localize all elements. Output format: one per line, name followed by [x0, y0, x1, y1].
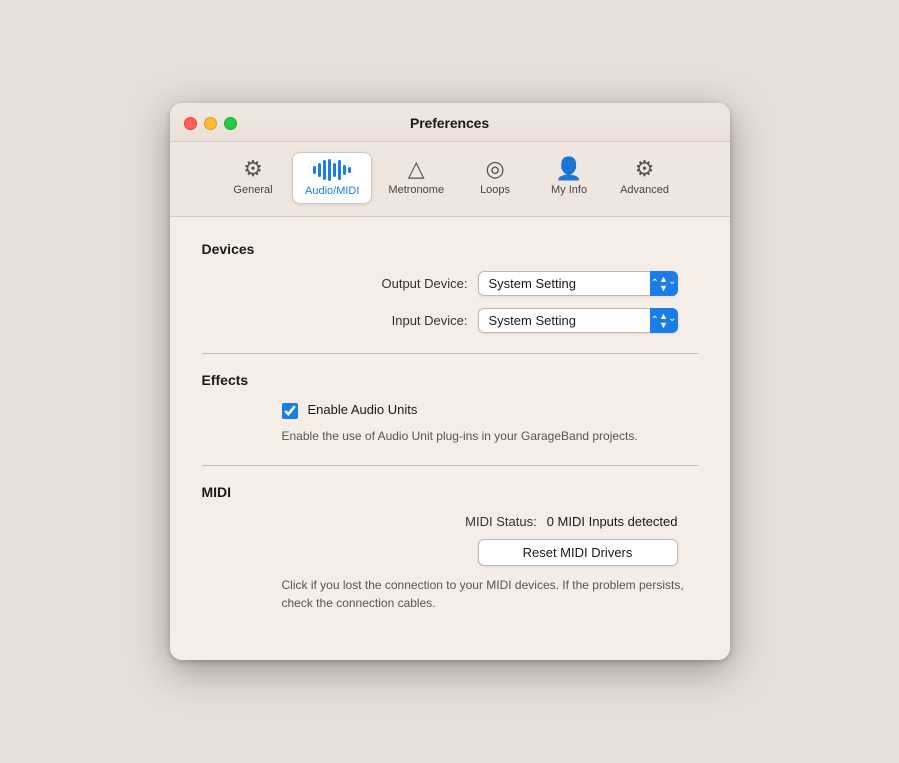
midi-status-label: MIDI Status:: [417, 514, 537, 529]
input-device-wrapper: System Setting Built-in Input ▲ ▼: [478, 308, 678, 333]
enable-audio-units-row: Enable Audio Units: [282, 402, 698, 419]
reset-button-row: Reset MIDI Drivers: [202, 539, 698, 566]
preferences-window: Preferences ⚙ General Audio/MIDI △: [170, 103, 730, 660]
midi-section-title: MIDI: [202, 484, 698, 500]
reset-midi-drivers-button[interactable]: Reset MIDI Drivers: [478, 539, 678, 566]
midi-description: Click if you lost the connection to your…: [282, 576, 698, 612]
tab-general-label: General: [233, 184, 272, 196]
tab-audio-midi[interactable]: Audio/MIDI: [292, 152, 372, 204]
close-button[interactable]: [184, 117, 197, 130]
tab-advanced-label: Advanced: [620, 184, 669, 196]
tab-general[interactable]: ⚙ General: [218, 152, 288, 204]
divider-1: [202, 353, 698, 354]
loops-icon: ◎: [485, 158, 504, 180]
advanced-gear-icon: ⚙: [635, 158, 655, 180]
titlebar: Preferences: [170, 103, 730, 142]
output-device-select[interactable]: System Setting Built-in Output: [478, 271, 678, 296]
output-device-row: Output Device: System Setting Built-in O…: [202, 271, 698, 296]
person-icon: 👤: [555, 158, 582, 180]
minimize-button[interactable]: [204, 117, 217, 130]
devices-section: Devices Output Device: System Setting Bu…: [202, 241, 698, 333]
tab-loops[interactable]: ◎ Loops: [460, 152, 530, 204]
tab-advanced[interactable]: ⚙ Advanced: [608, 152, 681, 204]
input-device-label: Input Device:: [348, 313, 468, 328]
tab-metronome[interactable]: △ Metronome: [376, 152, 456, 204]
output-device-label: Output Device:: [348, 276, 468, 291]
tab-audio-midi-label: Audio/MIDI: [305, 185, 359, 197]
effects-section: Effects Enable Audio Units Enable the us…: [202, 372, 698, 445]
maximize-button[interactable]: [224, 117, 237, 130]
effects-description: Enable the use of Audio Unit plug-ins in…: [282, 427, 698, 445]
tab-my-info-label: My Info: [551, 184, 587, 196]
metronome-icon: △: [408, 158, 425, 180]
enable-audio-units-checkbox[interactable]: [282, 403, 298, 419]
tab-my-info[interactable]: 👤 My Info: [534, 152, 604, 204]
midi-status-value: 0 MIDI Inputs detected: [547, 514, 678, 529]
traffic-lights: [184, 117, 237, 130]
gear-icon: ⚙: [243, 158, 263, 180]
output-device-wrapper: System Setting Built-in Output ▲ ▼: [478, 271, 678, 296]
divider-2: [202, 465, 698, 466]
content-area: Devices Output Device: System Setting Bu…: [170, 217, 730, 660]
enable-audio-units-label: Enable Audio Units: [308, 402, 418, 417]
input-device-row: Input Device: System Setting Built-in In…: [202, 308, 698, 333]
midi-section: MIDI MIDI Status: 0 MIDI Inputs detected…: [202, 484, 698, 612]
window-title: Preferences: [410, 115, 489, 131]
devices-section-title: Devices: [202, 241, 698, 257]
input-device-select[interactable]: System Setting Built-in Input: [478, 308, 678, 333]
tab-metronome-label: Metronome: [388, 184, 444, 196]
tab-loops-label: Loops: [480, 184, 510, 196]
effects-section-title: Effects: [202, 372, 698, 388]
midi-status-row: MIDI Status: 0 MIDI Inputs detected: [202, 514, 698, 529]
waveform-icon: [313, 159, 351, 181]
toolbar: ⚙ General Audio/MIDI △ Metronome ◎: [170, 142, 730, 217]
